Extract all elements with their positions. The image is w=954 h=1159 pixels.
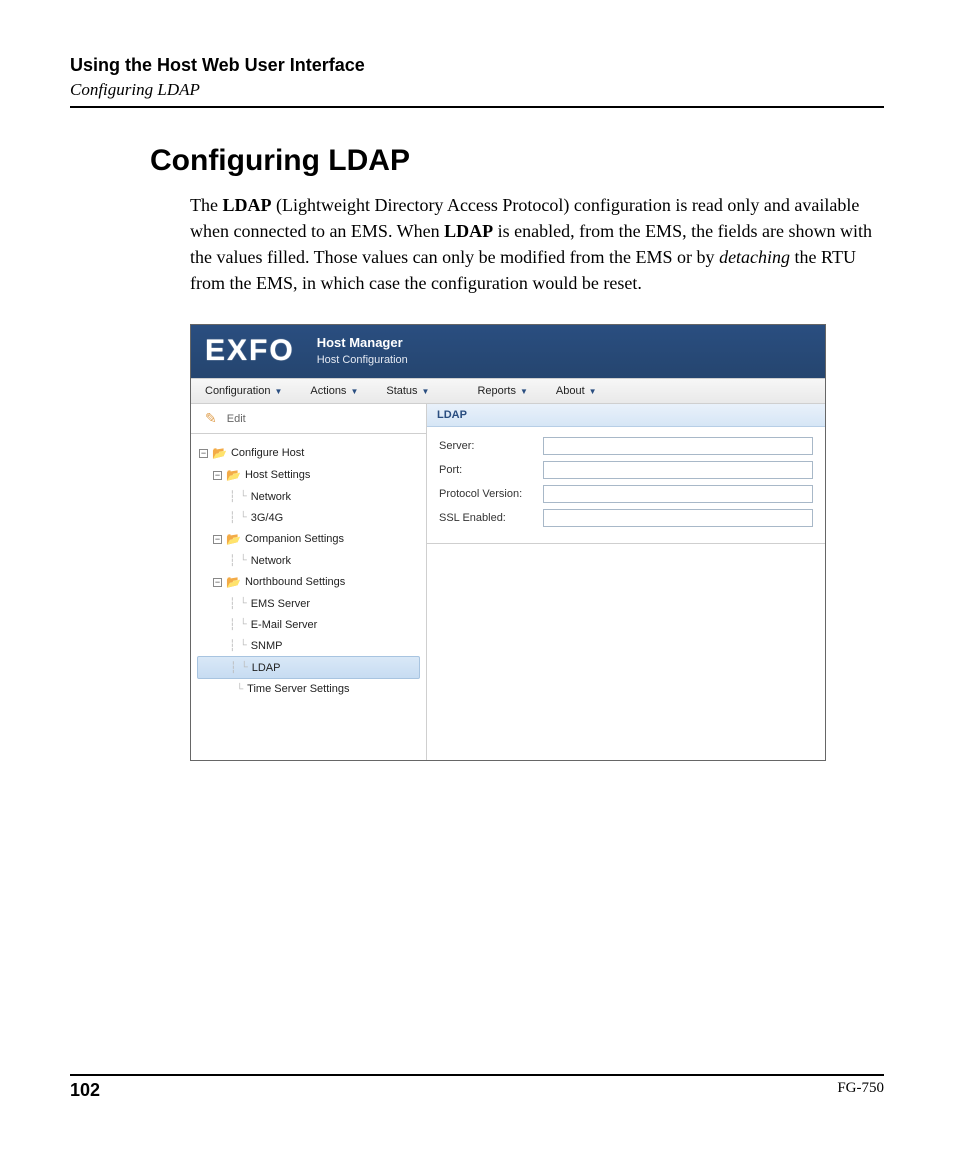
tree-label: Configure Host	[231, 447, 304, 459]
tree-line-icon: ┆	[229, 597, 236, 610]
tree-companion-network[interactable]: ┆ └ Network	[197, 550, 420, 571]
collapse-icon[interactable]: −	[213, 471, 222, 480]
page-footer: 102 FG-750	[70, 1074, 884, 1101]
tree-label: E-Mail Server	[251, 619, 318, 631]
edit-button[interactable]: ✎ Edit	[191, 404, 426, 434]
app-header: EXFO Host Manager Host Configuration	[191, 325, 825, 378]
tree-label: Time Server Settings	[247, 683, 349, 695]
menu-label: Status	[386, 385, 417, 397]
menu-configuration[interactable]: Configuration ▼	[191, 379, 296, 403]
chevron-down-icon: ▼	[422, 387, 430, 396]
pencil-icon: ✎	[205, 410, 217, 427]
ssl-enabled-label: SSL Enabled:	[439, 512, 543, 524]
app-title: Host Manager	[317, 335, 408, 350]
tree-elbow-icon: └	[241, 662, 248, 673]
folder-icon: 📂	[212, 446, 227, 460]
tree-3g4g[interactable]: ┆ └ 3G/4G	[197, 507, 420, 528]
page-number: 102	[70, 1080, 100, 1101]
menu-label: Reports	[477, 385, 516, 397]
tree-companion-settings[interactable]: − 📂 Companion Settings	[197, 528, 420, 550]
tree-line-icon: ┆	[229, 490, 236, 503]
chevron-down-icon: ▼	[350, 387, 358, 396]
panel-title: LDAP	[427, 404, 825, 427]
tree-line-icon: ┆	[229, 618, 236, 631]
chevron-down-icon: ▼	[589, 387, 597, 396]
tree-label: Northbound Settings	[245, 576, 345, 588]
menu-status[interactable]: Status ▼	[372, 379, 443, 403]
folder-icon: 📂	[226, 468, 241, 482]
header-rule	[70, 106, 884, 108]
ldap-form: Server: Port: Protocol Version: SSL Enab…	[427, 427, 825, 544]
folder-icon: 📂	[226, 532, 241, 546]
tree-network[interactable]: ┆ └ Network	[197, 486, 420, 507]
tree-line-icon: ┆	[229, 554, 236, 567]
menu-reports[interactable]: Reports ▼	[463, 379, 541, 403]
screenshot-frame: EXFO Host Manager Host Configuration Con…	[190, 324, 826, 761]
menu-label: Configuration	[205, 385, 270, 397]
tree-elbow-icon: └	[240, 491, 247, 502]
port-label: Port:	[439, 464, 543, 476]
server-label: Server:	[439, 440, 543, 452]
tree-email-server[interactable]: ┆ └ E-Mail Server	[197, 614, 420, 635]
tree-ldap[interactable]: ┆ └ LDAP	[197, 656, 420, 679]
chapter-title: Using the Host Web User Interface	[70, 55, 884, 76]
tree-label: 3G/4G	[251, 512, 283, 524]
port-input[interactable]	[543, 461, 813, 479]
server-input[interactable]	[543, 437, 813, 455]
folder-icon: 📂	[226, 575, 241, 589]
menu-about[interactable]: About ▼	[542, 379, 611, 403]
tree-label: Network	[251, 491, 291, 503]
menu-label: About	[556, 385, 585, 397]
collapse-icon[interactable]: −	[199, 449, 208, 458]
tree-label: Companion Settings	[245, 533, 344, 545]
chevron-down-icon: ▼	[520, 387, 528, 396]
body-paragraph: The LDAP (Lightweight Directory Access P…	[190, 192, 874, 296]
chevron-down-icon: ▼	[274, 387, 282, 396]
tree-elbow-icon: └	[240, 619, 247, 630]
tree-configure-host[interactable]: − 📂 Configure Host	[197, 442, 420, 464]
text-italic: detaching	[719, 247, 790, 267]
text-bold: LDAP	[222, 195, 271, 215]
tree-line-icon: ┆	[230, 661, 237, 674]
logo: EXFO	[205, 337, 295, 364]
tree-line-icon	[229, 683, 232, 695]
tree-label: Host Settings	[245, 469, 310, 481]
sidebar: ✎ Edit − 📂 Configure Host − 📂 Host Setti…	[191, 404, 427, 760]
app-subtitle: Host Configuration	[317, 354, 408, 366]
text: The	[190, 195, 222, 215]
edit-label: Edit	[227, 413, 246, 425]
tree-label: SNMP	[251, 640, 283, 652]
section-title: Configuring LDAP	[150, 144, 884, 178]
collapse-icon[interactable]: −	[213, 535, 222, 544]
nav-tree: − 📂 Configure Host − 📂 Host Settings ┆ └…	[191, 434, 426, 703]
tree-snmp[interactable]: ┆ └ SNMP	[197, 635, 420, 656]
tree-time-server[interactable]: └ Time Server Settings	[197, 679, 420, 699]
content-panel: LDAP Server: Port: Protocol Version: SSL…	[427, 404, 825, 760]
menu-label: Actions	[310, 385, 346, 397]
tree-elbow-icon: └	[240, 640, 247, 651]
tree-line-icon: ┆	[229, 511, 236, 524]
ssl-enabled-input[interactable]	[543, 509, 813, 527]
tree-ems-server[interactable]: ┆ └ EMS Server	[197, 593, 420, 614]
protocol-version-label: Protocol Version:	[439, 488, 543, 500]
text-bold: LDAP	[444, 221, 493, 241]
tree-elbow-icon: └	[236, 684, 243, 695]
tree-label: LDAP	[252, 662, 281, 674]
tree-label: EMS Server	[251, 598, 310, 610]
tree-line-icon: ┆	[229, 639, 236, 652]
tree-northbound-settings[interactable]: − 📂 Northbound Settings	[197, 571, 420, 593]
tree-label: Network	[251, 555, 291, 567]
tree-elbow-icon: └	[240, 555, 247, 566]
document-id: FG-750	[837, 1080, 884, 1101]
protocol-version-input[interactable]	[543, 485, 813, 503]
tree-host-settings[interactable]: − 📂 Host Settings	[197, 464, 420, 486]
menubar: Configuration ▼ Actions ▼ Status ▼ Reports ▼…	[191, 378, 825, 404]
tree-elbow-icon: └	[240, 512, 247, 523]
menu-actions[interactable]: Actions ▼	[296, 379, 372, 403]
collapse-icon[interactable]: −	[213, 578, 222, 587]
breadcrumb: Configuring LDAP	[70, 80, 884, 100]
tree-elbow-icon: └	[240, 598, 247, 609]
